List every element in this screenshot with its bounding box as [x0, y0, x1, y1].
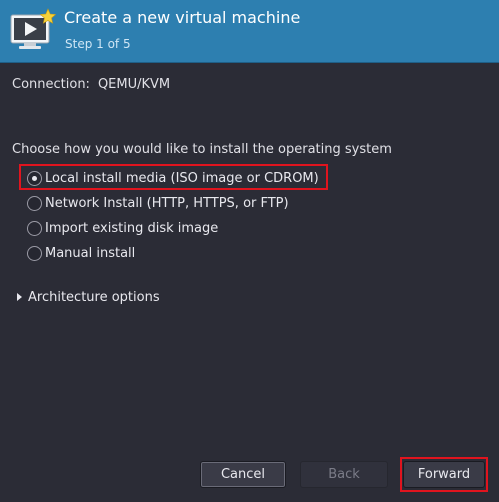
- radio-button[interactable]: [27, 245, 42, 261]
- connection-label: Connection:: [12, 77, 90, 92]
- highlight-box-local-install: [19, 164, 328, 190]
- connection-info: Connection: QEMU/KVM: [12, 77, 170, 92]
- connection-value: QEMU/KVM: [97, 77, 171, 92]
- radio-label: Import existing disk image: [45, 220, 219, 236]
- radio-label: Network Install (HTTP, HTTPS, or FTP): [45, 195, 289, 211]
- radio-import-disk-image[interactable]: Import existing disk image: [27, 217, 218, 239]
- cancel-button[interactable]: Cancel: [200, 461, 286, 488]
- page-title: Create a new virtual machine: [64, 8, 301, 27]
- radio-network-install[interactable]: Network Install (HTTP, HTTPS, or FTP): [27, 192, 289, 214]
- expander-arrow-icon: [17, 293, 22, 301]
- monitor-play-star-icon: [10, 8, 56, 49]
- highlight-box-forward: [400, 457, 488, 492]
- radio-button[interactable]: [27, 195, 42, 211]
- radio-label: Manual install: [45, 245, 136, 261]
- radio-manual-install[interactable]: Manual install: [27, 242, 135, 264]
- wizard-header: Create a new virtual machine Step 1 of 5: [0, 0, 499, 63]
- architecture-options-expander[interactable]: Architecture options: [17, 287, 160, 307]
- install-method-prompt: Choose how you would like to install the…: [12, 142, 392, 157]
- step-indicator: Step 1 of 5: [65, 37, 131, 51]
- back-button[interactable]: Back: [300, 461, 388, 488]
- expander-label: Architecture options: [28, 289, 160, 305]
- radio-button[interactable]: [27, 220, 42, 236]
